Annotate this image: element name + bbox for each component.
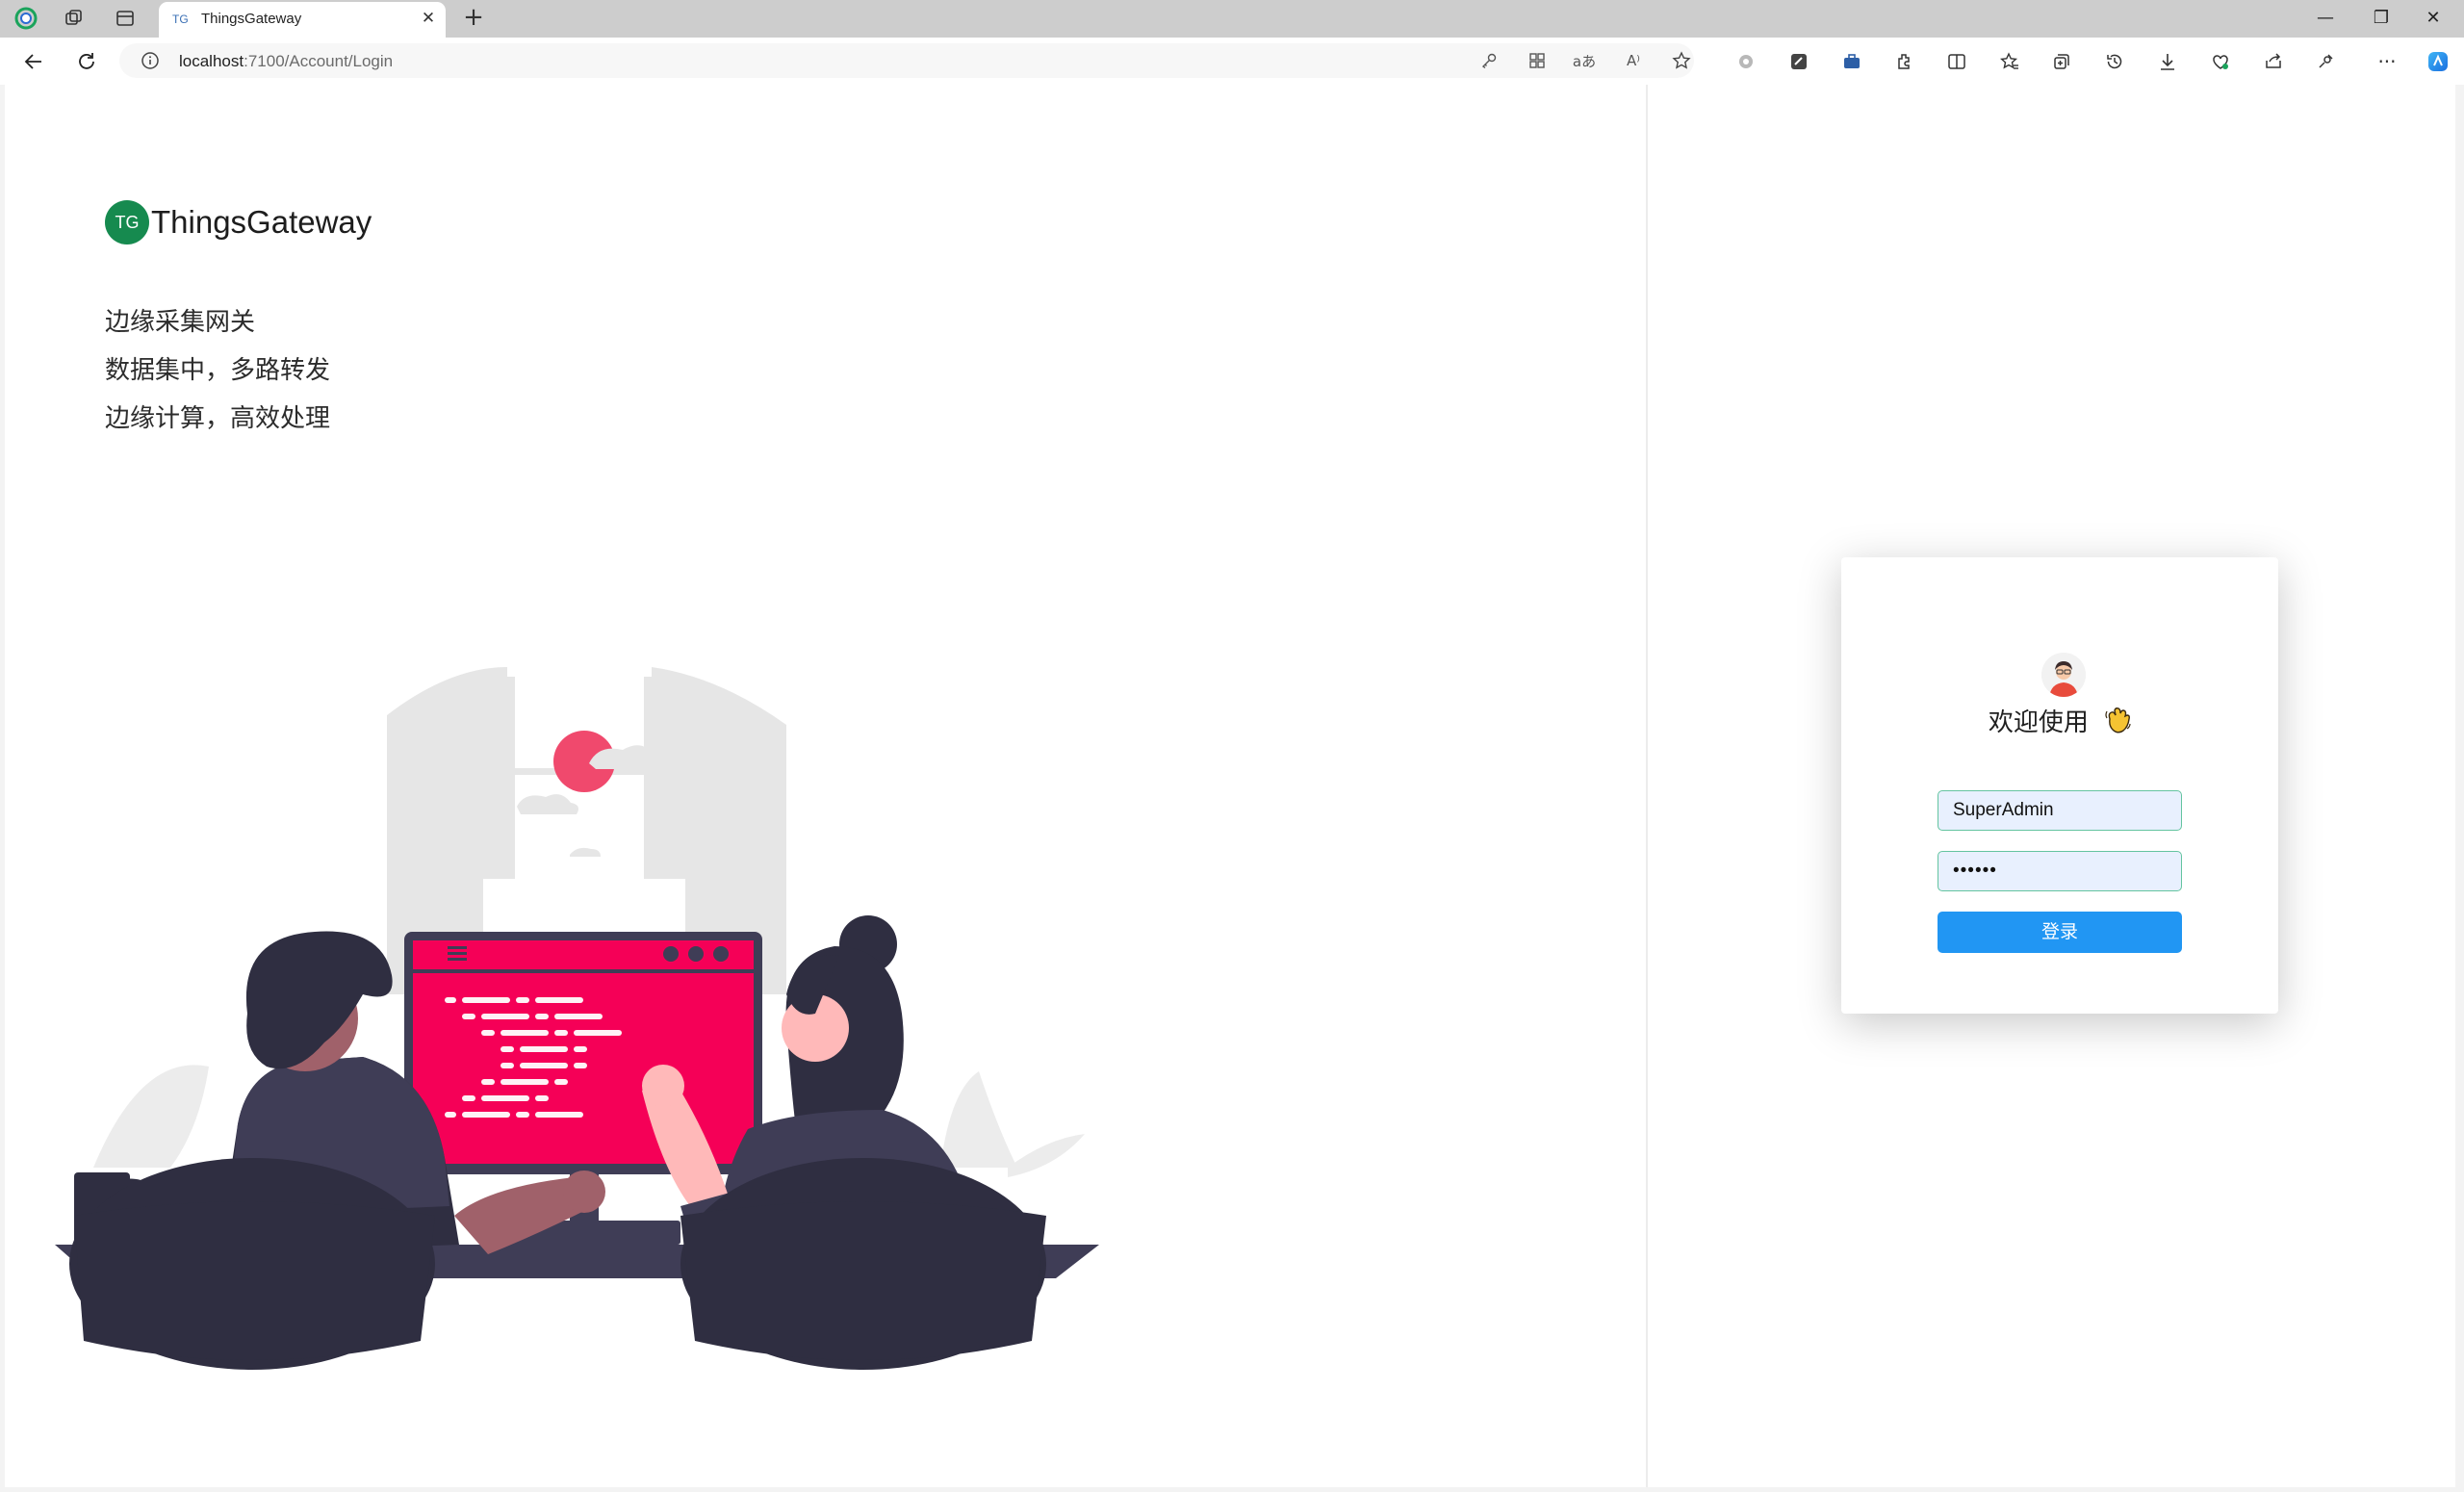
browser-tab-bar: TG ThingsGateway ✕ + — ❐ ✕ (0, 0, 2464, 38)
tab-favicon: TG (172, 13, 189, 26)
brand-logo: TG (105, 200, 149, 244)
slogan-line: 边缘采集网关 (105, 308, 256, 337)
close-window-button[interactable]: ✕ (2414, 5, 2452, 32)
split-screen-icon[interactable] (1942, 47, 1971, 76)
waving-hand-icon (2104, 706, 2131, 741)
slogan-list: 边缘采集网关 数据集中，多路转发 边缘计算，高效处理 (105, 298, 330, 443)
login-card: 欢迎使用 SuperAdmin •••••• 登录 (1841, 557, 2278, 1014)
collections-icon[interactable] (2047, 47, 2076, 76)
tab-close-icon[interactable]: ✕ (419, 9, 438, 28)
avatar (2041, 653, 2086, 697)
address-path: :7100/Account/Login (244, 52, 394, 70)
new-tab-button[interactable]: + (460, 5, 487, 32)
restore-button[interactable]: ❐ (2362, 5, 2400, 32)
browser-essentials-icon[interactable] (2311, 47, 2340, 76)
info-icon[interactable] (141, 51, 160, 70)
performance-icon[interactable] (2206, 47, 2235, 76)
translate-icon[interactable]: a͏あ (1573, 50, 1596, 71)
intro-panel: TG ThingsGateway 边缘采集网关 数据集中，多路转发 边缘计算，高… (5, 85, 1648, 1487)
username-field[interactable]: SuperAdmin (1938, 790, 2182, 831)
brand: TG ThingsGateway (105, 200, 372, 244)
developers-illustration: </> (55, 667, 1099, 1370)
password-field[interactable]: •••••• (1938, 851, 2182, 891)
address-url[interactable]: localhost:7100/Account/Login (179, 52, 393, 71)
page-viewport: TG ThingsGateway 边缘采集网关 数据集中，多路转发 边缘计算，高… (5, 85, 2455, 1487)
browser-toolbar: localhost:7100/Account/Login a͏あ A⁾ ··· (0, 38, 2464, 85)
slogan-line: 边缘计算，高效处理 (105, 404, 331, 433)
download-icon[interactable] (2153, 47, 2182, 76)
brand-name: ThingsGateway (151, 204, 372, 240)
editor-extension-icon[interactable] (1784, 47, 1813, 76)
briefcase-extension-icon[interactable] (1837, 47, 1866, 76)
vertical-tabs-icon[interactable] (113, 6, 138, 31)
tab-title: ThingsGateway (201, 11, 302, 27)
browser-tab-active[interactable]: TG ThingsGateway ✕ (159, 2, 446, 38)
minimize-button[interactable]: — (2306, 5, 2345, 32)
workspaces-icon[interactable] (62, 6, 87, 31)
key-icon[interactable] (1478, 50, 1500, 71)
favorites-icon[interactable] (1995, 47, 2024, 76)
more-icon[interactable]: ··· (2373, 47, 2401, 76)
extensions-icon[interactable] (1890, 47, 1919, 76)
slogan-line: 数据集中，多路转发 (105, 356, 331, 385)
app-grid-icon[interactable] (1527, 50, 1548, 71)
read-aloud-icon[interactable]: A⁾ (1623, 50, 1644, 71)
login-button[interactable]: 登录 (1938, 912, 2182, 953)
welcome-text: 欢迎使用 (1988, 708, 2089, 737)
favorite-star-icon[interactable] (1671, 50, 1692, 71)
copilot-icon[interactable] (2424, 47, 2452, 76)
welcome-heading: 欢迎使用 (1841, 703, 2278, 741)
history-icon[interactable] (2100, 47, 2129, 76)
refresh-icon[interactable] (72, 47, 101, 76)
back-icon[interactable] (19, 47, 48, 76)
address-bar[interactable]: localhost:7100/Account/Login a͏あ A⁾ (119, 43, 1694, 78)
address-host: localhost (179, 52, 244, 70)
profile-icon[interactable] (13, 6, 38, 31)
extension-icon[interactable] (1732, 47, 1760, 76)
share-icon[interactable] (2259, 47, 2288, 76)
